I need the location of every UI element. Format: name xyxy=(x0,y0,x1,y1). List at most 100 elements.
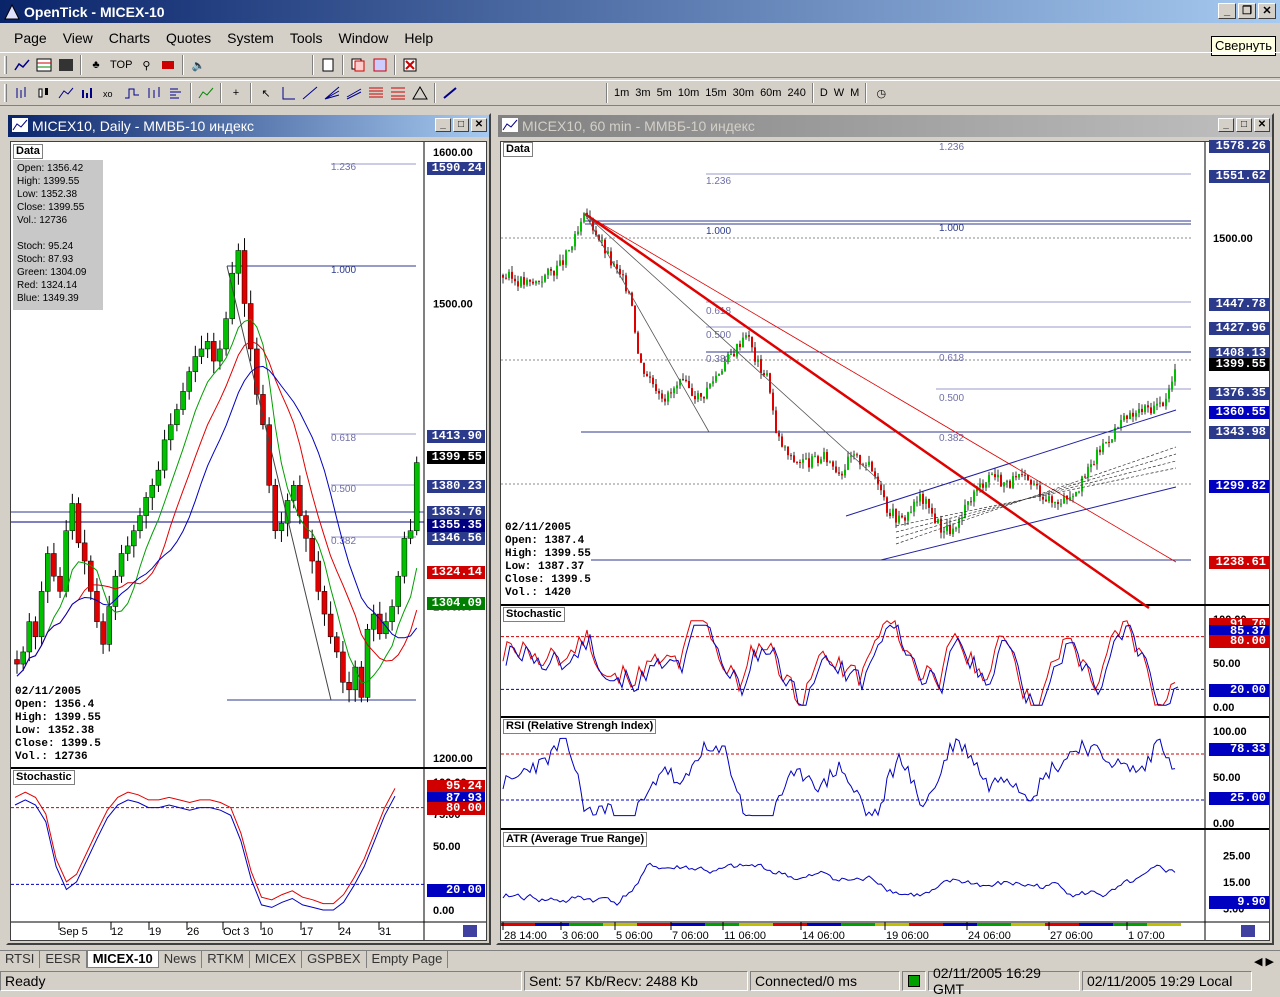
daily-data-label: Data xyxy=(13,144,43,159)
bar-chart-icon[interactable] xyxy=(11,83,33,103)
tab-micex-10[interactable]: MICEX-10 xyxy=(86,951,159,968)
renko-icon[interactable] xyxy=(143,83,165,103)
daily-stoch-tag: 80.00 xyxy=(427,802,485,815)
news-icon[interactable] xyxy=(55,55,77,75)
vertical-line-icon[interactable] xyxy=(277,83,299,103)
clock-icon[interactable]: ◷ xyxy=(870,83,892,103)
indicator-icon[interactable] xyxy=(195,83,217,103)
trendline-icon[interactable] xyxy=(299,83,321,103)
hourly-candle-body xyxy=(826,452,828,463)
daily-candle-body xyxy=(364,628,371,698)
fibonacci-icon[interactable] xyxy=(365,83,387,103)
daily-stoch-d-line xyxy=(14,795,396,911)
draw-pencil-icon[interactable] xyxy=(439,83,461,103)
daily-close-button[interactable]: ✕ xyxy=(471,118,487,132)
interval-1m[interactable]: 1m xyxy=(611,83,632,103)
period-daily[interactable]: D xyxy=(817,83,831,103)
period-weekly[interactable]: W xyxy=(831,83,847,103)
interval-240[interactable]: 240 xyxy=(784,83,808,103)
hourly-candle-body xyxy=(643,362,645,374)
kagi-icon[interactable] xyxy=(121,83,143,103)
hourly-chart-titlebar[interactable]: MICEX10, 60 min - ММВБ-10 индекс _ □ ✕ xyxy=(498,115,1272,137)
tab-rtkm[interactable]: RTKM xyxy=(202,951,250,968)
hourly-candle-body xyxy=(949,525,951,535)
tab-news[interactable]: News xyxy=(159,951,203,968)
line-chart-icon[interactable] xyxy=(11,55,33,75)
menu-window[interactable]: Window xyxy=(331,30,397,46)
menu-system[interactable]: System xyxy=(219,30,282,46)
tab-gspbex[interactable]: GSPBEX xyxy=(302,951,367,968)
tab-eesr[interactable]: EESR xyxy=(40,951,87,968)
paste-icon[interactable] xyxy=(369,55,391,75)
period-monthly[interactable]: M xyxy=(847,83,862,103)
interval-10m[interactable]: 10m xyxy=(675,83,702,103)
volume-icon[interactable] xyxy=(165,83,187,103)
interval-5m[interactable]: 5m xyxy=(654,83,675,103)
hourly-candle-body xyxy=(994,474,996,478)
hourly-candle-body xyxy=(838,472,840,474)
quotes-grid-icon[interactable] xyxy=(33,55,55,75)
hourly-candle-body xyxy=(1072,496,1074,498)
hourly-minimize-button[interactable]: _ xyxy=(1218,118,1234,132)
pointer-icon[interactable]: ↖ xyxy=(255,83,277,103)
daily-chart-titlebar[interactable]: MICEX10, Daily - ММВБ-10 индекс _ □ ✕ xyxy=(8,115,489,137)
hourly-rsi-tick: 100.00 xyxy=(1213,726,1247,738)
menu-help[interactable]: Help xyxy=(396,30,441,46)
alert-icon[interactable] xyxy=(157,55,179,75)
status-traffic: Sent: 57 Kb/Recv: 2488 Kb xyxy=(524,971,748,991)
minimize-button[interactable]: _ xyxy=(1218,3,1236,19)
hourly-price-tag: 1360.55 xyxy=(1209,406,1269,419)
daily-x-label: Sep 5 xyxy=(59,926,88,938)
candle-chart-icon[interactable] xyxy=(33,83,55,103)
menu-tools[interactable]: Tools xyxy=(282,30,331,46)
top-button[interactable]: TOP xyxy=(107,55,135,75)
hourly-chart-canvas[interactable]: 1500.00 1.236 1.236 1.000 1.000 0.618 0.500 0.3… xyxy=(500,140,1270,941)
histogram-icon[interactable] xyxy=(77,83,99,103)
hourly-red-trendline xyxy=(584,212,1150,610)
channel-icon[interactable] xyxy=(343,83,365,103)
daily-candle-body xyxy=(315,560,322,592)
fan-icon[interactable] xyxy=(321,83,343,103)
gann-icon[interactable] xyxy=(409,83,431,103)
restore-button[interactable]: ❐ xyxy=(1238,3,1256,19)
menu-page[interactable]: Page xyxy=(6,30,55,46)
hourly-candle-body xyxy=(670,392,672,394)
scanner-icon[interactable]: ♣ xyxy=(85,55,107,75)
search-icon[interactable]: ⚲ xyxy=(135,55,157,75)
tab-empty-page[interactable]: Empty Page xyxy=(367,951,449,968)
daily-candle-body xyxy=(57,575,63,592)
hourly-candle-body xyxy=(1051,496,1053,503)
menu-quotes[interactable]: Quotes xyxy=(158,30,219,46)
new-page-icon[interactable] xyxy=(317,55,339,75)
hourly-candle-body xyxy=(1030,479,1032,485)
hourly-candle-body xyxy=(865,465,867,467)
delete-icon[interactable] xyxy=(399,55,421,75)
interval-15m[interactable]: 15m xyxy=(702,83,729,103)
daily-chart-canvas[interactable]: 1600.001500.001300.001200.001.2361.0000.… xyxy=(10,141,487,941)
interval-30m[interactable]: 30m xyxy=(730,83,757,103)
tab-scroll-arrows-icon[interactable]: ◀ ▶ xyxy=(1254,955,1280,968)
line-type-icon[interactable] xyxy=(55,83,77,103)
daily-maximize-button[interactable]: □ xyxy=(453,118,469,132)
close-button[interactable]: ✕ xyxy=(1258,3,1276,19)
daily-minimize-button[interactable]: _ xyxy=(435,118,451,132)
interval-3m[interactable]: 3m xyxy=(632,83,653,103)
point-figure-icon[interactable]: xo xyxy=(99,83,121,103)
crosshair-icon[interactable]: + xyxy=(225,83,247,103)
tab-micex[interactable]: MICEX xyxy=(250,951,303,968)
copy-icon[interactable] xyxy=(347,55,369,75)
fib-extension-icon[interactable] xyxy=(387,83,409,103)
hourly-price-tick: 1500.00 xyxy=(1213,233,1253,245)
hourly-candle-body xyxy=(781,436,783,447)
sound-icon[interactable]: 🔈 xyxy=(187,55,209,75)
hourly-session-strip xyxy=(875,923,909,926)
menu-charts[interactable]: Charts xyxy=(101,30,158,46)
hourly-close-button[interactable]: ✕ xyxy=(1254,118,1270,132)
menu-view[interactable]: View xyxy=(55,30,101,46)
interval-60m[interactable]: 60m xyxy=(757,83,784,103)
hourly-candle-body xyxy=(574,234,576,247)
daily-stoch-tick: 50.00 xyxy=(433,841,461,853)
hourly-maximize-button[interactable]: □ xyxy=(1236,118,1252,132)
hourly-rsi-label: RSI (Relative Strengh Index) xyxy=(503,719,657,734)
tab-rtsi[interactable]: RTSI xyxy=(0,951,41,968)
